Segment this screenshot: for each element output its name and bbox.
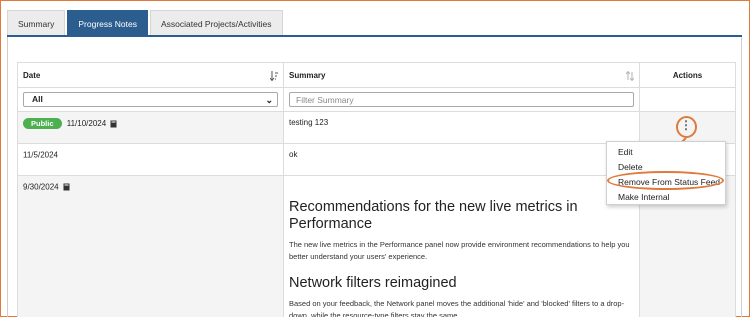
menu-item-make-internal[interactable]: Make Internal xyxy=(607,190,725,205)
annotation-oval xyxy=(607,171,724,190)
menu-item-edit[interactable]: Edit xyxy=(607,145,725,160)
